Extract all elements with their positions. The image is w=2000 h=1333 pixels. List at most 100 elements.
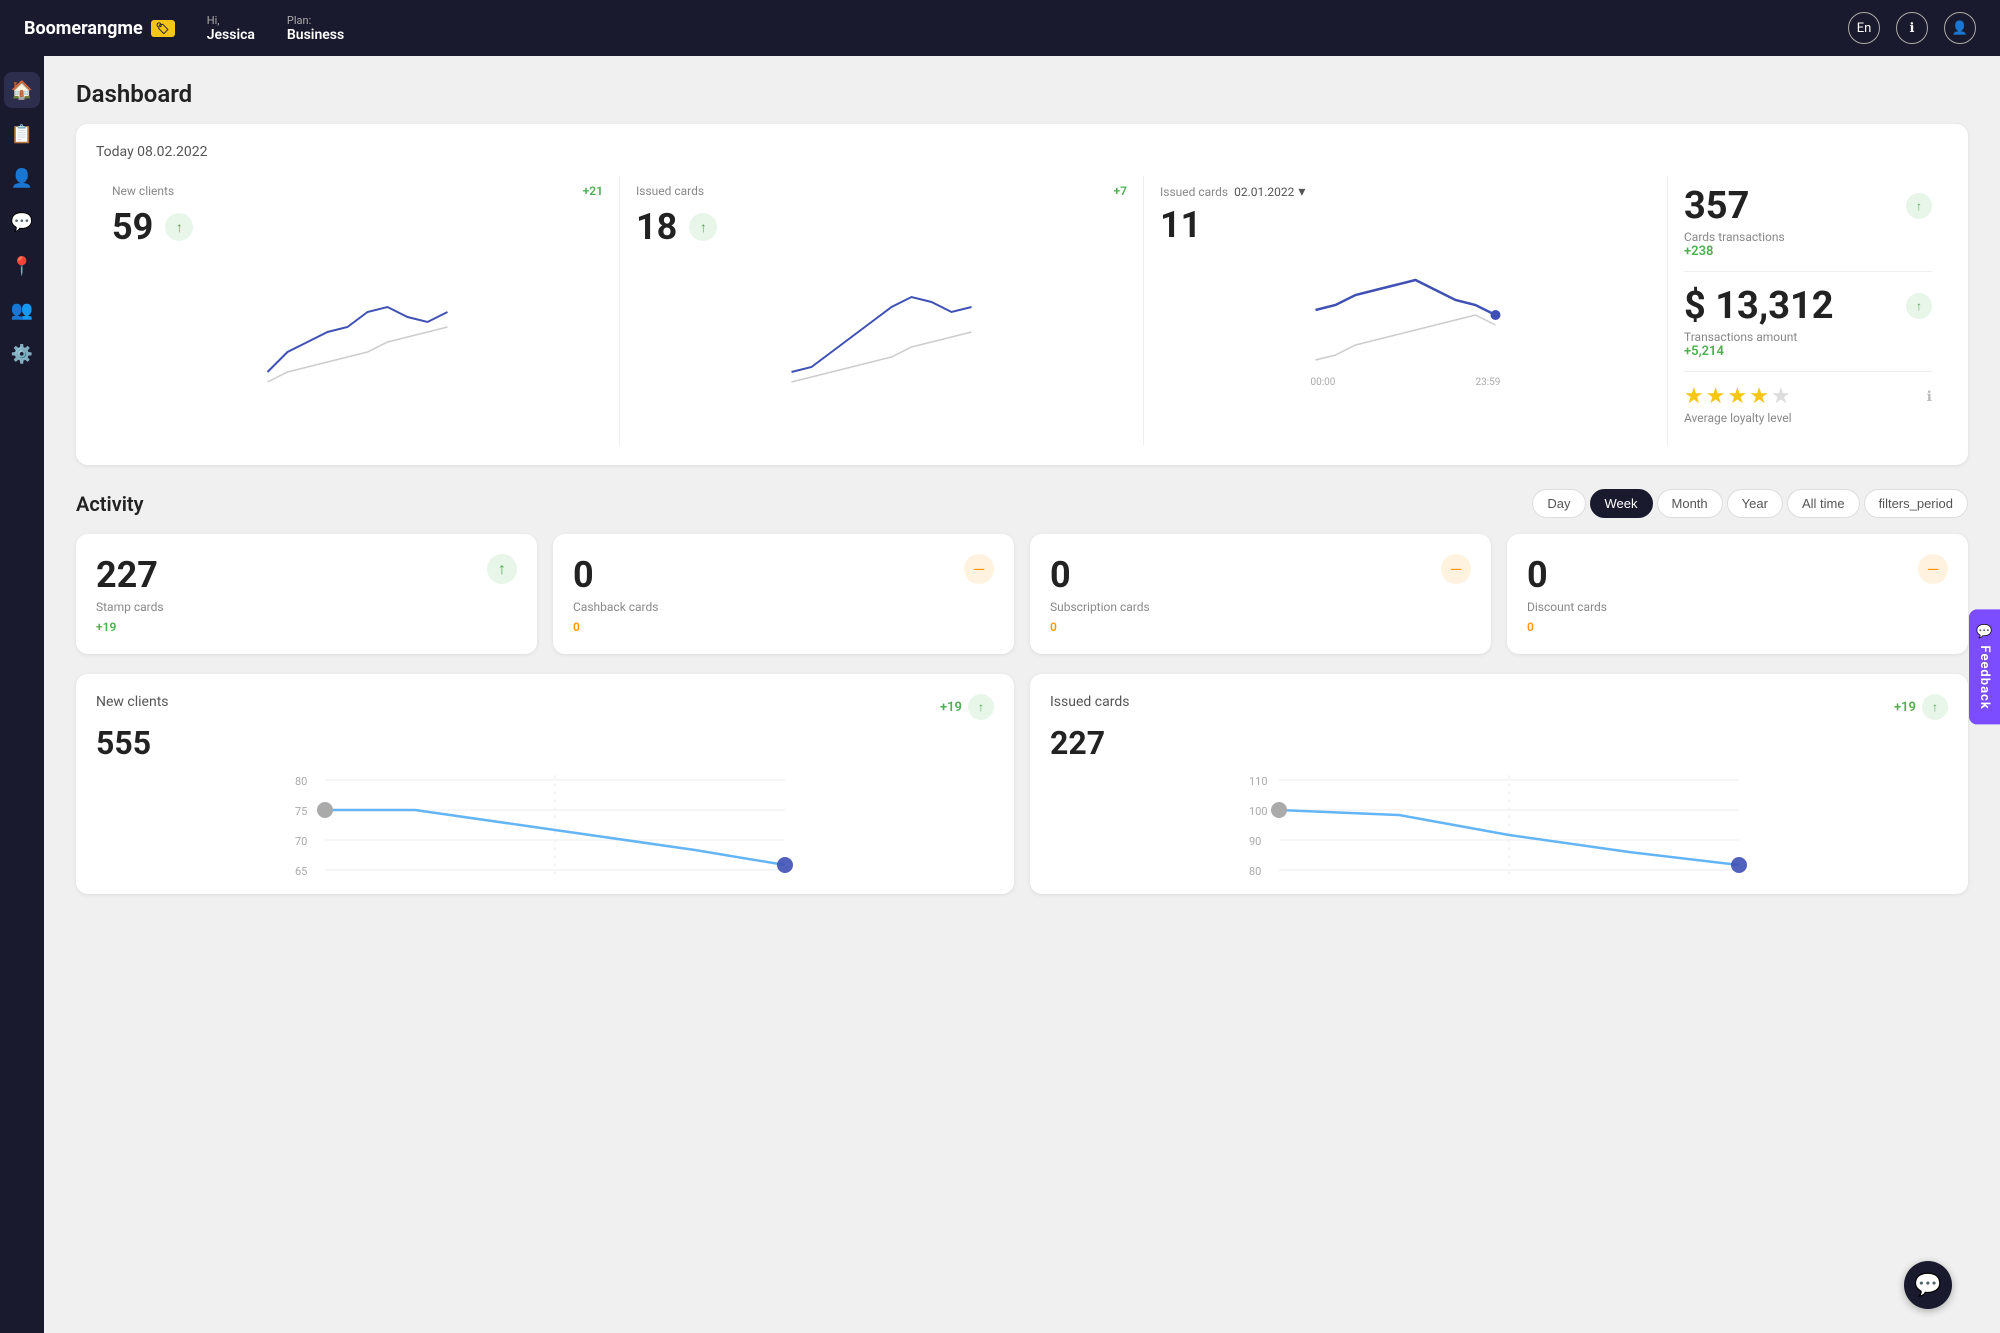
- main-content: Dashboard Today 08.02.2022 New clients +…: [44, 56, 2000, 1333]
- plan-value: Business: [287, 27, 344, 43]
- sidebar-item-locations[interactable]: 📍: [4, 248, 40, 284]
- cards-transactions-arrow: ↑: [1906, 193, 1932, 219]
- svg-text:80: 80: [1249, 865, 1261, 878]
- svg-text:100: 100: [1249, 805, 1268, 818]
- star-2: ★: [1706, 384, 1726, 409]
- stamp-cards-card: 227 ↑ Stamp cards +19: [76, 534, 537, 654]
- loyalty-stars: ★ ★ ★ ★ ★: [1684, 384, 1791, 409]
- stamp-cards-indicator: ↑: [487, 554, 517, 584]
- topnav-icons: En ℹ 👤: [1848, 12, 1976, 44]
- subscription-cards-label: Subscription cards: [1050, 600, 1471, 614]
- new-clients-delta: +21: [583, 184, 603, 198]
- page-title: Dashboard: [76, 80, 1968, 108]
- subscription-cards-value: 0: [1050, 554, 1071, 596]
- new-clients-chart: [112, 252, 603, 412]
- cards-transactions-delta: +238: [1684, 244, 1932, 259]
- loyalty-info-icon[interactable]: ℹ: [1927, 389, 1932, 405]
- issued-cards-date-value: 02.01.2022: [1234, 185, 1294, 199]
- chat-button[interactable]: 💬: [1904, 1261, 1952, 1309]
- new-clients-chart-delta: +19 ↑: [940, 694, 994, 720]
- chat-icon: 💬: [1914, 1273, 1941, 1298]
- period-year[interactable]: Year: [1727, 489, 1783, 518]
- stamp-cards-value: 227: [96, 554, 158, 596]
- discount-cards-indicator: —: [1918, 554, 1948, 584]
- discount-cards-value: 0: [1527, 554, 1548, 596]
- info-button[interactable]: ℹ: [1896, 12, 1928, 44]
- transactions-amount-arrow: ↑: [1906, 293, 1932, 319]
- issued-cards-value: 18: [636, 206, 677, 248]
- chevron-down-icon[interactable]: ▾: [1298, 184, 1305, 200]
- svg-text:23:59: 23:59: [1476, 377, 1501, 388]
- period-buttons: Day Week Month Year All time filters_per…: [1532, 489, 1968, 518]
- new-clients-chart-delta-value: +19: [940, 700, 962, 715]
- sidebar-item-team[interactable]: 👥: [4, 292, 40, 328]
- feedback-label: Feedback: [1977, 646, 1992, 710]
- sidebar-item-cards[interactable]: 📋: [4, 116, 40, 152]
- issued-cards-arrow: ↑: [689, 213, 717, 241]
- svg-text:65: 65: [295, 865, 307, 878]
- sidebar-item-clients[interactable]: 👤: [4, 160, 40, 196]
- activity-header: Activity Day Week Month Year All time fi…: [76, 489, 1968, 518]
- stats-row: New clients +21 59 ↑: [96, 176, 1948, 445]
- period-day[interactable]: Day: [1532, 489, 1585, 518]
- language-button[interactable]: En: [1848, 12, 1880, 44]
- plan-label: Plan:: [287, 14, 344, 27]
- subscription-cards-indicator: —: [1441, 554, 1471, 584]
- greeting-label: Hi,: [207, 14, 255, 27]
- logo-text: Boomerangme: [24, 18, 143, 39]
- discount-cards-label: Discount cards: [1527, 600, 1948, 614]
- issued-cards-date-chart: 00:00 23:59: [1160, 250, 1651, 410]
- svg-text:75: 75: [295, 805, 307, 818]
- star-4: ★: [1749, 384, 1769, 409]
- cashback-cards-delta: 0: [573, 620, 994, 634]
- new-clients-chart-card: New clients +19 ↑ 555 80 75 70 65: [76, 674, 1014, 894]
- transactions-amount-delta: +5,214: [1684, 344, 1932, 359]
- info-icon: ℹ: [1910, 21, 1915, 36]
- issued-cards-chart-delta: +19 ↑: [1894, 694, 1948, 720]
- issued-cards-chart-title: Issued cards: [1050, 694, 1129, 710]
- svg-text:70: 70: [295, 835, 307, 848]
- sidebar-item-settings[interactable]: ⚙️: [4, 336, 40, 372]
- stamp-cards-label: Stamp cards: [96, 600, 517, 614]
- issued-cards-svg: 110 100 90 80: [1050, 770, 1948, 890]
- logo-badge: 🏷: [151, 20, 175, 37]
- cashback-cards-card: 0 — Cashback cards 0: [553, 534, 1014, 654]
- bottom-charts: New clients +19 ↑ 555 80 75 70 65: [76, 674, 1968, 894]
- loyalty-stat: ★ ★ ★ ★ ★ ℹ Average loyalty level: [1684, 384, 1932, 437]
- issued-cards-date-label: Issued cards 02.01.2022 ▾: [1160, 184, 1305, 200]
- topnav: Boomerangme 🏷 Hi, Jessica Plan: Business…: [0, 0, 2000, 56]
- transactions-amount-value: $ 13,312: [1684, 284, 1834, 328]
- period-all-time[interactable]: All time: [1787, 489, 1860, 518]
- svg-text:80: 80: [295, 775, 307, 788]
- username-label: Jessica: [207, 27, 255, 43]
- sidebar-item-home[interactable]: 🏠: [4, 72, 40, 108]
- issued-cards-chart-card: Issued cards +19 ↑ 227 110 100 90 80: [1030, 674, 1968, 894]
- issued-cards-chart-value: 227: [1050, 724, 1948, 762]
- issued-cards-label: Issued cards: [636, 184, 704, 198]
- period-week[interactable]: Week: [1590, 489, 1653, 518]
- issued-cards-chart: [636, 252, 1127, 412]
- stamp-cards-delta: +19: [96, 620, 517, 634]
- discount-cards-delta: 0: [1527, 620, 1948, 634]
- cards-transactions-value: 357: [1684, 184, 1749, 228]
- star-1: ★: [1684, 384, 1704, 409]
- subscription-cards-delta: 0: [1050, 620, 1471, 634]
- transactions-amount-label: Transactions amount: [1684, 330, 1932, 344]
- feedback-button[interactable]: 💬 Feedback: [1969, 609, 2000, 724]
- star-5: ★: [1771, 384, 1791, 409]
- profile-button[interactable]: 👤: [1944, 12, 1976, 44]
- sidebar: 🏠 📋 👤 💬 📍 👥 ⚙️: [0, 56, 44, 1333]
- discount-cards-card: 0 — Discount cards 0: [1507, 534, 1968, 654]
- sidebar-item-messages[interactable]: 💬: [4, 204, 40, 240]
- svg-text:90: 90: [1249, 835, 1261, 848]
- app-body: 🏠 📋 👤 💬 📍 👥 ⚙️ Dashboard Today 08.02.202…: [0, 56, 2000, 1333]
- period-month[interactable]: Month: [1657, 489, 1723, 518]
- subscription-cards-card: 0 — Subscription cards 0: [1030, 534, 1491, 654]
- loyalty-label: Average loyalty level: [1684, 411, 1932, 425]
- new-clients-value: 59: [112, 206, 153, 248]
- stat-issued-cards-date: Issued cards 02.01.2022 ▾ 11 00:00 23:59: [1144, 176, 1668, 445]
- new-clients-chart-arrow: ↑: [968, 694, 994, 720]
- period-filters[interactable]: filters_period: [1864, 489, 1968, 518]
- new-clients-svg: 80 75 70 65: [96, 770, 994, 890]
- issued-cards-date-number: 11: [1160, 204, 1651, 246]
